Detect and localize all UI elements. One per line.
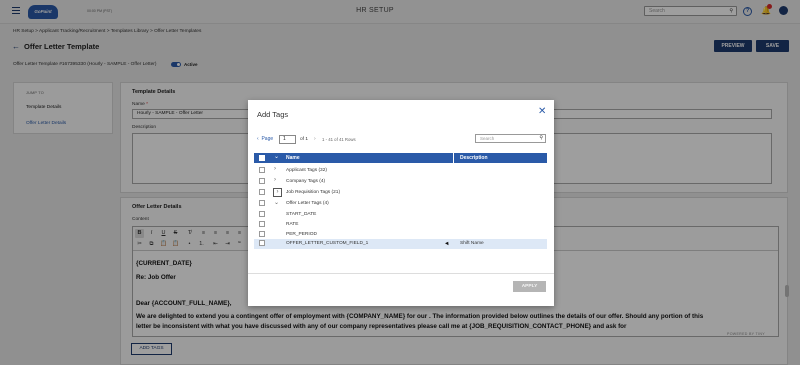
apply-button[interactable]: APPLY <box>513 281 546 292</box>
row-label: OFFER_LETTER_CUSTOM_FIELD_1 <box>286 241 369 246</box>
chevron-right-icon[interactable]: › <box>314 136 316 142</box>
table-row[interactable]: › Job Requisition Tags (21) <box>254 188 547 198</box>
table-row[interactable]: START_DATE <box>254 210 547 220</box>
row-label: Offer Letter Tags (4) <box>286 201 329 206</box>
table-header: ⌄ Name Description <box>254 153 547 163</box>
tag-search-input[interactable]: Search ⚲ <box>475 134 546 143</box>
tag-search-placeholder: Search <box>480 136 495 141</box>
table-row[interactable]: ⌄ Offer Letter Tags (4) <box>254 199 547 209</box>
row-checkbox[interactable] <box>259 167 265 173</box>
page-count-label: of 1 <box>300 137 309 142</box>
table-row[interactable]: › Applicant Tags (32) <box>254 166 547 176</box>
search-icon[interactable]: ⚲ <box>539 135 543 141</box>
row-checkbox[interactable] <box>259 200 265 206</box>
page-number-input[interactable]: 1 <box>279 135 296 144</box>
pager-prev[interactable]: ‹ Page <box>257 136 273 142</box>
rows-info: 1 - 41 of 41 Rows <box>322 137 356 142</box>
chevron-right-icon[interactable]: › <box>273 188 282 197</box>
chevron-down-icon[interactable]: ⌄ <box>274 153 279 160</box>
add-tags-modal: Add Tags ✕ ‹ Page 1 of 1 › 1 - 41 of 41 … <box>248 100 554 306</box>
modal-divider <box>248 273 554 274</box>
row-checkbox[interactable] <box>259 211 265 217</box>
row-checkbox[interactable] <box>259 189 265 195</box>
row-label: RATE <box>286 222 299 227</box>
row-label: PER_PERIOD <box>286 232 317 237</box>
close-icon[interactable]: ✕ <box>538 107 546 117</box>
row-label: Applicant Tags (32) <box>286 168 327 173</box>
table-row[interactable]: › Company Tags (4) <box>254 177 547 187</box>
row-label: Job Requisition Tags (21) <box>286 190 341 195</box>
row-checkbox[interactable] <box>259 178 265 184</box>
chevron-right-icon[interactable]: › <box>274 166 276 172</box>
chevron-down-icon[interactable]: ⌄ <box>274 199 279 206</box>
column-divider <box>453 153 454 163</box>
row-checkbox[interactable] <box>259 231 265 237</box>
table-row[interactable]: RATE <box>254 220 547 230</box>
row-description: Shift Name <box>460 241 484 246</box>
column-name[interactable]: Name <box>286 155 300 161</box>
row-label: Company Tags (4) <box>286 179 326 184</box>
table-row[interactable]: OFFER_LETTER_CUSTOM_FIELD_1 Shift Name <box>254 239 547 249</box>
select-all-checkbox[interactable] <box>259 155 265 161</box>
column-description[interactable]: Description <box>460 155 488 161</box>
row-checkbox[interactable] <box>259 221 265 227</box>
modal-title: Add Tags <box>257 110 289 119</box>
page-label: Page <box>261 136 274 142</box>
row-checkbox[interactable] <box>259 240 265 246</box>
row-label: START_DATE <box>286 212 317 217</box>
chevron-right-icon[interactable]: › <box>274 177 276 183</box>
